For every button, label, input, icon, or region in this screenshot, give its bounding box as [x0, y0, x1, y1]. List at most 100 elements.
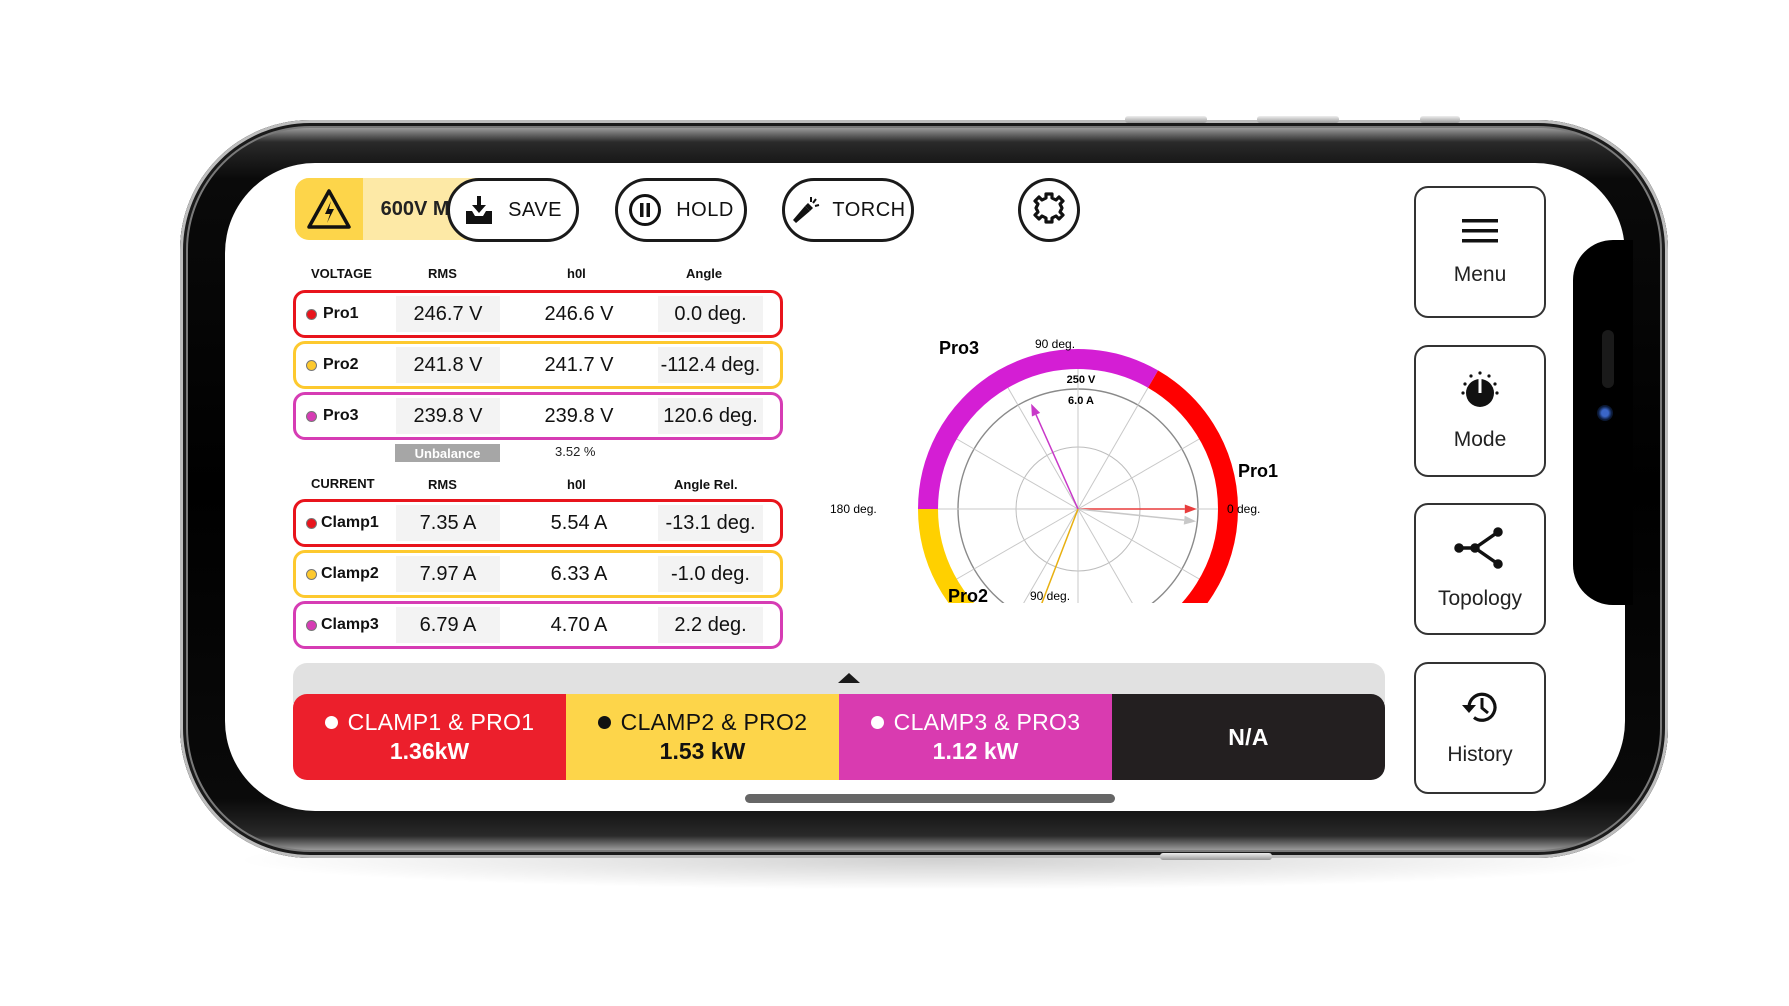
- phone-side-button: [1125, 116, 1207, 123]
- flashlight-icon: [790, 194, 822, 226]
- high-voltage-warning-icon: [295, 178, 363, 240]
- torch-label: TORCH: [832, 198, 906, 221]
- tile-power-value: 1.53 kW: [659, 738, 746, 764]
- h0l-value: 246.6 V: [544, 302, 614, 325]
- power-tiles: CLAMP1 & PRO1 1.36kW CLAMP2 & PRO2 1.53 …: [293, 694, 1385, 780]
- angle-value: -112.4 deg.: [658, 347, 763, 383]
- menu-button[interactable]: Menu: [1414, 186, 1546, 318]
- h0l-value: 4.70 A: [550, 613, 608, 636]
- power-tile-2[interactable]: CLAMP2 & PRO2 1.53 kW: [566, 694, 839, 780]
- vector-pro3-voltage: [1035, 414, 1079, 510]
- voltage-row-pro3: Pro3 239.8 V 239.8 V 120.6 deg.: [293, 392, 783, 440]
- angle-label-right: 0 deg.: [1227, 502, 1260, 516]
- tile-power-value: 1.12 kW: [932, 738, 1019, 764]
- current-scale-label: 6.0 A: [1068, 395, 1094, 407]
- grid-spoke: [1077, 508, 1133, 603]
- power-summary-bar: CLAMP1 & PRO1 1.36kW CLAMP2 & PRO2 1.53 …: [293, 663, 1385, 780]
- pro1-color-dot: [306, 308, 317, 320]
- menu-label: Menu: [1453, 263, 1507, 286]
- tile-label: CLAMP2 & PRO2: [620, 709, 808, 736]
- tile-label: CLAMP3 & PRO3: [893, 709, 1081, 736]
- probe-name: Pro2: [323, 356, 359, 373]
- h0l-header: h0l: [567, 477, 586, 492]
- unbalance-label: Unbalance: [395, 444, 500, 462]
- hold-label: HOLD: [676, 198, 734, 221]
- h0l-header: h0l: [567, 266, 586, 281]
- angle-label-bottom: 90 deg.: [1030, 589, 1070, 603]
- grid-spoke: [1077, 434, 1208, 510]
- hamburger-menu-icon: [1461, 217, 1499, 251]
- mode-button[interactable]: Mode: [1414, 345, 1546, 477]
- sector-pro3: [918, 349, 1158, 510]
- voltage-row-pro1: Pro1 246.7 V 246.6 V 0.0 deg.: [293, 290, 783, 338]
- power-tile-1[interactable]: CLAMP1 & PRO1 1.36kW: [293, 694, 566, 780]
- rms-value: 6.79 A: [396, 607, 500, 643]
- topology-button[interactable]: Topology: [1414, 503, 1546, 635]
- angle-header: Angle: [686, 266, 723, 281]
- app-screen: 600V MAX SAVE HOLD TORCH VOLTAGE RMS h0l…: [225, 163, 1625, 811]
- h0l-value: 239.8 V: [544, 404, 614, 427]
- angle-value: 2.2 deg.: [658, 607, 763, 643]
- expand-caret-icon[interactable]: [838, 673, 860, 683]
- topology-branch-icon: [1453, 527, 1507, 575]
- phone-side-button: [1420, 116, 1460, 123]
- rms-value: 241.8 V: [396, 347, 500, 383]
- rms-header: RMS: [428, 266, 457, 281]
- angle-value: -13.1 deg.: [658, 505, 763, 541]
- history-label: History: [1447, 743, 1513, 766]
- phone-speaker: [1602, 330, 1614, 388]
- current-row-clamp3: Clamp3 6.79 A 4.70 A 2.2 deg.: [293, 601, 783, 649]
- phone-notch: [1573, 240, 1633, 605]
- angle-value: 120.6 deg.: [658, 398, 763, 434]
- angle-value: 0.0 deg.: [658, 296, 763, 332]
- voltage-row-pro2: Pro2 241.8 V 241.7 V -112.4 deg.: [293, 341, 783, 389]
- clamp-name: Clamp3: [321, 616, 379, 633]
- pro2-label: Pro2: [948, 586, 988, 603]
- angle-label-top: 90 deg.: [1035, 337, 1075, 351]
- phone-side-button: [1160, 853, 1272, 860]
- voltage-scale-label: 250 V: [1067, 374, 1096, 386]
- home-indicator[interactable]: [745, 794, 1115, 803]
- clamp-name: Clamp2: [321, 565, 379, 582]
- grid-spoke: [1003, 379, 1079, 510]
- history-clock-icon: [1460, 689, 1500, 731]
- pro3-label: Pro3: [939, 338, 979, 358]
- clamp-name: Clamp1: [321, 514, 379, 531]
- pro3-color-dot: [306, 410, 317, 422]
- hold-button[interactable]: HOLD: [615, 178, 747, 242]
- h0l-value: 5.54 A: [550, 511, 608, 534]
- rms-value: 7.97 A: [396, 556, 500, 592]
- topology-label: Topology: [1437, 587, 1523, 610]
- rms-header: RMS: [428, 477, 457, 492]
- tile-power-value: 1.36kW: [389, 738, 470, 764]
- grid-spoke: [948, 508, 1079, 584]
- power-tile-3[interactable]: CLAMP3 & PRO3 1.12 kW: [839, 694, 1112, 780]
- probe-name: Pro1: [323, 305, 359, 322]
- save-button[interactable]: SAVE: [447, 178, 579, 242]
- vector-arrowhead: [1031, 403, 1041, 417]
- sector-pro1: [1147, 370, 1238, 603]
- clamp1-color-dot: [306, 517, 317, 529]
- unbalance-value: 3.52 %: [555, 444, 596, 459]
- pro1-label: Pro1: [1238, 461, 1278, 481]
- history-button[interactable]: History: [1414, 662, 1546, 794]
- phone-side-button: [1257, 116, 1339, 123]
- phasor-diagram: 250 V 6.0 A Pro3 Pro1 Pro2 90 deg. 90 de…: [830, 337, 1278, 603]
- rms-value: 7.35 A: [396, 505, 500, 541]
- power-tile-4[interactable]: N/A: [1112, 694, 1385, 780]
- rms-value: 239.8 V: [396, 398, 500, 434]
- download-tray-icon: [464, 195, 494, 225]
- angle-rel-header: Angle Rel.: [674, 477, 738, 492]
- vector-arrowhead: [1183, 515, 1197, 525]
- rms-value: 246.7 V: [396, 296, 500, 332]
- pause-circle-icon: [628, 193, 662, 227]
- dial-knob-icon: [1457, 370, 1503, 416]
- clamp3-color-dot: [306, 619, 317, 631]
- current-row-clamp1: Clamp1 7.35 A 5.54 A -13.1 deg.: [293, 499, 783, 547]
- angle-value: -1.0 deg.: [658, 556, 763, 592]
- tile-label: N/A: [1228, 723, 1269, 750]
- mode-label: Mode: [1453, 428, 1507, 451]
- clamp2-color-dot: [306, 568, 317, 580]
- probe-name: Pro3: [323, 407, 359, 424]
- h0l-value: 241.7 V: [544, 353, 614, 376]
